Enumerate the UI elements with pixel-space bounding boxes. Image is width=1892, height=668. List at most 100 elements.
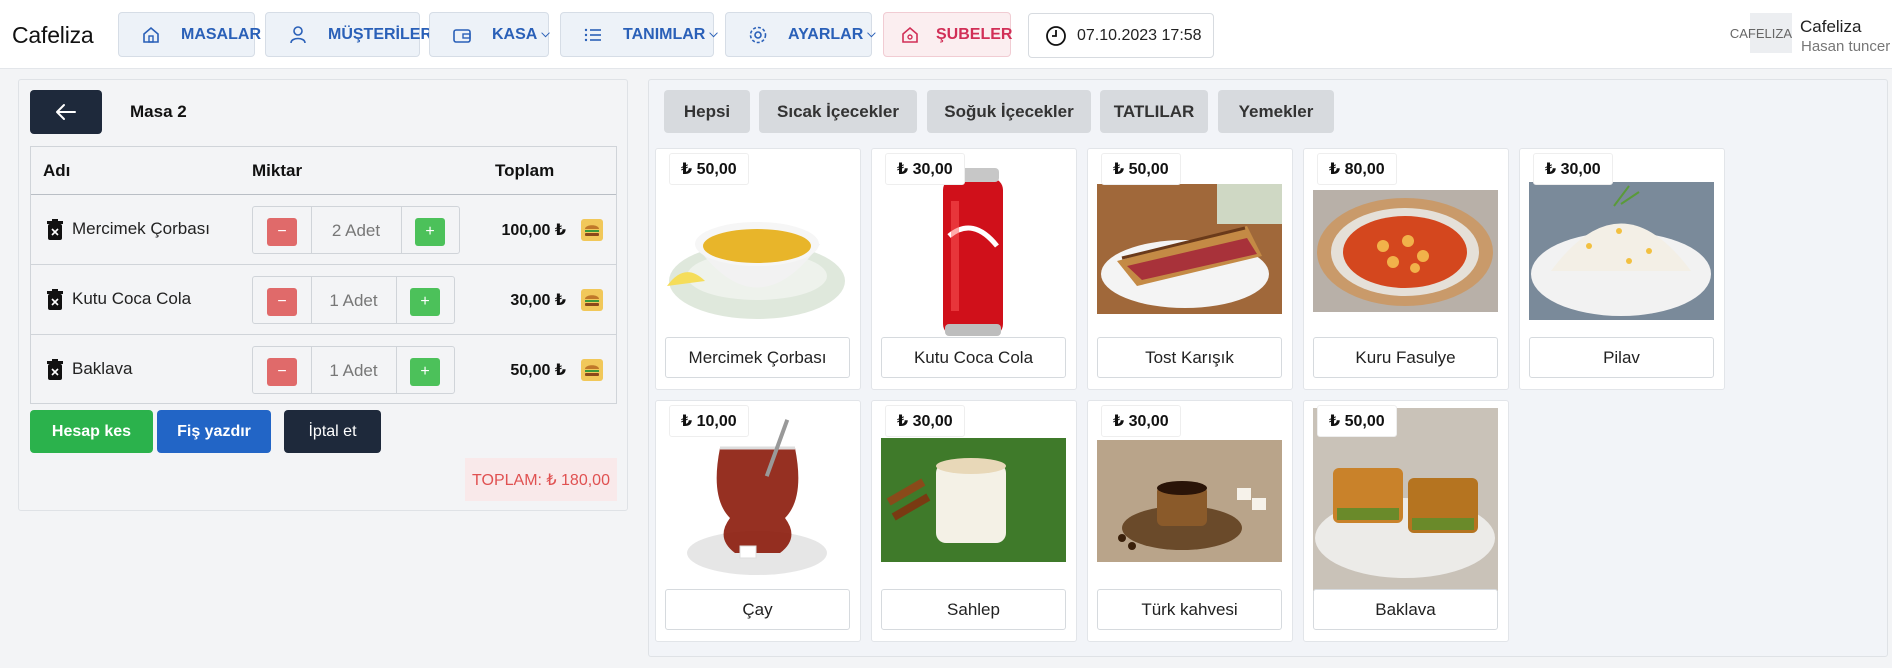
price-tag: ₺ 10,00 (669, 405, 749, 437)
quantity-value: 1 Adet (329, 291, 378, 310)
home-icon (141, 24, 161, 46)
print-receipt-button[interactable]: Fiş yazdır (157, 410, 271, 453)
product-name: Pilav (1529, 337, 1714, 378)
wallet-icon (452, 24, 472, 46)
quantity-stepper: − 1 Adet + (252, 346, 455, 394)
price-tag: ₺ 30,00 (1533, 153, 1613, 185)
trash-icon[interactable] (46, 289, 64, 316)
product-name: Mercimek Çorbası (665, 337, 850, 378)
home-icon (900, 24, 920, 46)
avatar-text: CAFELIZA (1729, 25, 1792, 41)
increase-button[interactable]: + (410, 288, 440, 316)
decrease-button[interactable]: − (267, 218, 297, 246)
nav-ayarlar-label: AYARLAR (788, 25, 864, 43)
price-tag: ₺ 50,00 (1317, 405, 1397, 437)
product-name: Çay (665, 589, 850, 630)
table-row: Baklava − 1 Adet + 50,00 ₺ (31, 335, 616, 405)
order-table-header: Adı Miktar Toplam (31, 147, 616, 195)
gear-icon (748, 24, 768, 46)
product-name: Türk kahvesi (1097, 589, 1282, 630)
product-card[interactable]: ₺ 30,00 Sahlep (871, 400, 1077, 642)
trash-icon[interactable] (46, 219, 64, 246)
nav-tanimlar-button[interactable]: TANIMLAR ⌵ (560, 12, 718, 57)
product-name: Baklava (1313, 589, 1498, 630)
nav-musteriler-button[interactable]: MÜŞTERİLER (265, 12, 432, 57)
item-total: 30,00 ₺ (510, 292, 566, 309)
tab-hepsi[interactable]: Hepsi (664, 90, 750, 133)
tab-tatlilar[interactable]: TATLILAR (1100, 90, 1208, 133)
order-panel: Masa 2 Adı Miktar Toplam Mercimek Çorbas… (18, 79, 628, 511)
brand-logo[interactable]: Cafeliza (12, 22, 94, 49)
product-name: Tost Karışık (1097, 337, 1282, 378)
nav-masalar-label: MASALAR (181, 25, 261, 43)
arrow-left-icon (56, 104, 76, 120)
avatar[interactable]: CAFELIZA (1730, 13, 1792, 53)
checkout-button[interactable]: Hesap kes (30, 410, 153, 453)
tab-sicak-icecekler[interactable]: Sıcak İçecekler (759, 90, 917, 133)
item-name: Kutu Coca Cola (72, 289, 192, 308)
increase-button[interactable]: + (410, 358, 440, 386)
chevron-down-icon: ⌵ (709, 28, 718, 40)
product-card[interactable]: ₺ 50,00 Mercimek Çorbası (655, 148, 861, 390)
nav-subeler-button[interactable]: ŞUBELER (883, 12, 1013, 57)
clock-icon (1045, 25, 1067, 47)
list-icon (583, 24, 603, 46)
table-row: Mercimek Çorbası − 2 Adet + 100,00 ₺ (31, 195, 616, 265)
product-name: Kutu Coca Cola (881, 337, 1066, 378)
back-button[interactable] (30, 90, 102, 134)
column-header-qty: Miktar (252, 161, 303, 180)
product-card[interactable]: ₺ 80,00 Kuru Fasulye (1303, 148, 1509, 390)
tab-soguk-icecekler[interactable]: Soğuk İçecekler (927, 90, 1091, 133)
chevron-down-icon: ⌵ (541, 28, 550, 40)
tab-yemekler[interactable]: Yemekler (1218, 90, 1334, 133)
top-navbar: Cafeliza MASALAR MÜŞTERİLER KASA ⌵ TANIM… (0, 0, 1892, 69)
menu-panel: Hepsi Sıcak İçecekler Soğuk İçecekler TA… (648, 79, 1888, 657)
product-name: Sahlep (881, 589, 1066, 630)
product-card[interactable]: ₺ 50,00 Tost Karışık (1087, 148, 1293, 390)
trash-icon[interactable] (46, 359, 64, 386)
product-card[interactable]: ₺ 50,00 Baklava (1303, 400, 1509, 642)
order-table: Adı Miktar Toplam Mercimek Çorbası − 2 A… (30, 146, 617, 404)
quantity-stepper: − 2 Adet + (252, 206, 460, 254)
product-name: Kuru Fasulye (1313, 337, 1498, 378)
burger-icon[interactable] (581, 289, 603, 311)
item-name: Baklava (72, 359, 133, 378)
cancel-button[interactable]: İptal et (284, 410, 381, 453)
item-total: 50,00 ₺ (510, 362, 566, 379)
price-tag: ₺ 30,00 (885, 405, 965, 437)
price-tag: ₺ 50,00 (1101, 153, 1181, 185)
user-icon (288, 24, 308, 46)
grand-total: TOPLAM: ₺ 180,00 (465, 458, 617, 501)
datetime-display: 07.10.2023 17:58 (1028, 13, 1214, 58)
price-tag: ₺ 30,00 (885, 153, 965, 185)
item-total: 100,00 ₺ (501, 222, 566, 239)
table-row: Kutu Coca Cola − 1 Adet + 30,00 ₺ (31, 265, 616, 335)
increase-button[interactable]: + (415, 218, 445, 246)
column-header-total: Toplam (495, 161, 555, 180)
nav-masalar-button[interactable]: MASALAR (118, 12, 261, 57)
quantity-value: 2 Adet (331, 221, 381, 240)
nav-tanimlar-label: TANIMLAR (623, 25, 706, 43)
column-header-name: Adı (43, 161, 71, 180)
user-subtitle: Hasan tuncer (1801, 38, 1891, 55)
quantity-value: 1 Adet (329, 361, 378, 380)
quantity-stepper: − 1 Adet + (252, 276, 455, 324)
burger-icon[interactable] (581, 359, 603, 381)
nav-ayarlar-button[interactable]: AYARLAR ⌵ (725, 12, 876, 57)
price-tag: ₺ 50,00 (669, 153, 749, 185)
nav-musteriler-label: MÜŞTERİLER (328, 25, 432, 43)
nav-subeler-label: ŞUBELER (936, 25, 1013, 43)
datetime-text: 07.10.2023 17:58 (1077, 26, 1202, 44)
product-card[interactable]: ₺ 10,00 Çay (655, 400, 861, 642)
product-card[interactable]: ₺ 30,00 Pilav (1519, 148, 1725, 390)
user-name[interactable]: Cafeliza (1800, 17, 1861, 37)
chevron-down-icon: ⌵ (867, 28, 876, 40)
burger-icon[interactable] (581, 219, 603, 241)
nav-kasa-button[interactable]: KASA ⌵ (429, 12, 550, 57)
product-card[interactable]: ₺ 30,00 Türk kahvesi (1087, 400, 1293, 642)
product-card[interactable]: ₺ 30,00 Kutu Coca Cola (871, 148, 1077, 390)
nav-kasa-label: KASA (492, 25, 538, 43)
decrease-button[interactable]: − (267, 288, 297, 316)
decrease-button[interactable]: − (267, 358, 297, 386)
table-title: Masa 2 (130, 102, 187, 121)
